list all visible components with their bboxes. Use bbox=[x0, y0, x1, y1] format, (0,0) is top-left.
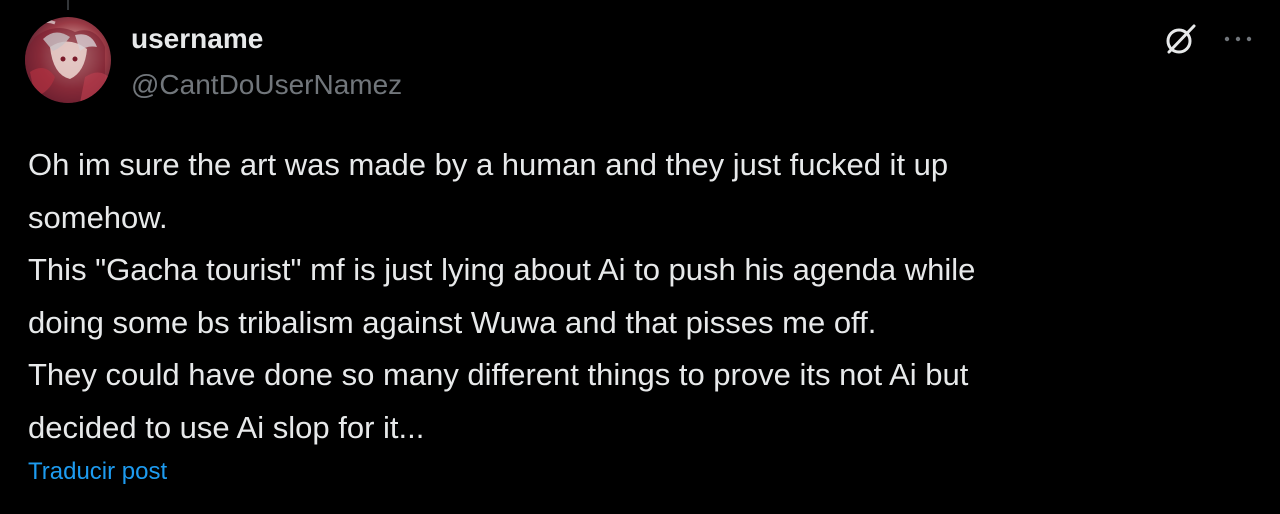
post-text-line: decided to use Ai slop for it... bbox=[28, 409, 425, 445]
post-text-line: doing some bs tribalism against Wuwa and… bbox=[28, 304, 877, 340]
author-info: username @CantDoUserNamez bbox=[131, 22, 402, 102]
post-text-line: Oh im sure the art was made by a human a… bbox=[28, 147, 949, 182]
post-text-line: This "Gacha tourist" mf is just lying ab… bbox=[28, 252, 976, 287]
post[interactable]: username @CantDoUserNamez Oh im sure the… bbox=[0, 0, 1280, 514]
avatar[interactable] bbox=[25, 17, 111, 103]
more-options-icon[interactable] bbox=[1222, 29, 1254, 49]
post-text: Oh im sure the art was made by a human a… bbox=[28, 139, 1228, 454]
grok-icon[interactable] bbox=[1163, 21, 1199, 57]
user-handle[interactable]: @CantDoUserNamez bbox=[131, 68, 402, 102]
post-text-line: somehow. bbox=[28, 199, 168, 235]
display-name[interactable]: username bbox=[131, 22, 402, 56]
avatar-image bbox=[25, 19, 111, 103]
translate-post-link[interactable]: Traducir post bbox=[28, 456, 167, 488]
post-text-line: They could have done so many different t… bbox=[28, 357, 969, 392]
